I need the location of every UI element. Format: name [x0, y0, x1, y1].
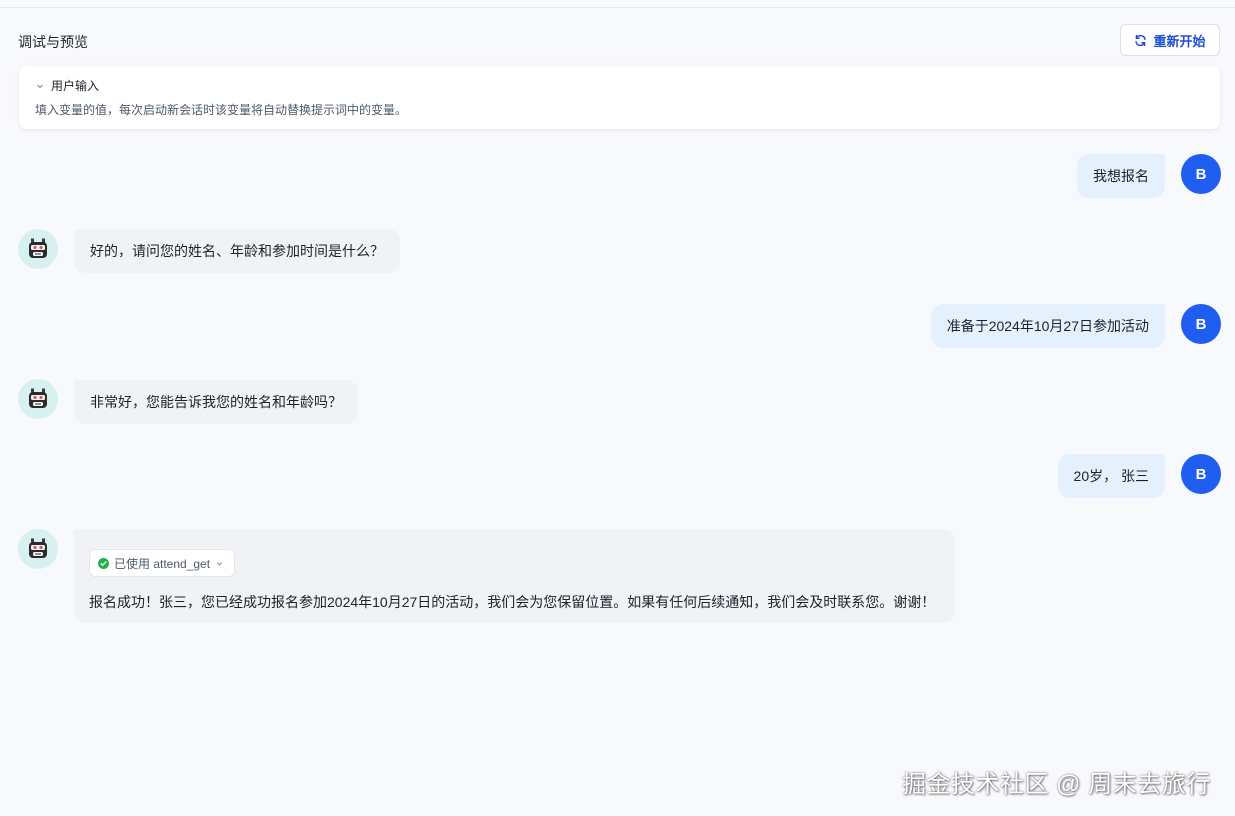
- variables-toggle[interactable]: 用户输入: [35, 77, 99, 94]
- top-divider: [0, 7, 1235, 8]
- refresh-icon: [1135, 34, 1147, 46]
- user-message: 20岁， 张三: [1057, 454, 1165, 498]
- variables-card: 用户输入 填入变量的值，每次启动新会话时该变量将自动替换提示词中的变量。: [19, 66, 1220, 129]
- panel-title: 调试与预览: [18, 34, 88, 50]
- chevron-down-icon: [37, 84, 43, 88]
- restart-button-label: 重新开始: [1153, 33, 1206, 49]
- bot-message: 好的，请问您的姓名、年龄和参加时间是什么？: [74, 229, 400, 273]
- chevron-down-icon: [216, 561, 223, 566]
- robot-icon: [29, 238, 47, 258]
- bot-avatar: [18, 379, 58, 419]
- user-avatar: B: [1181, 154, 1221, 194]
- bot-message: 非常好，您能告诉我您的姓名和年龄吗？: [74, 380, 358, 424]
- user-message: 我想报名: [1077, 154, 1165, 198]
- tool-usage-toggle[interactable]: 已使用 attend_get: [89, 549, 236, 577]
- bot-avatar: [18, 529, 58, 569]
- bot-message: 已使用 attend_get 报名成功！张三，您已经成功报名参加2024年10月…: [74, 529, 955, 623]
- robot-icon: [29, 538, 47, 558]
- user-avatar: B: [1181, 454, 1221, 494]
- user-message: 准备于2024年10月27日参加活动: [930, 304, 1165, 348]
- watermark: 掘金技术社区 @ 周末去旅行: [902, 771, 1211, 798]
- variables-description: 填入变量的值，每次启动新会话时该变量将自动替换提示词中的变量。: [35, 103, 408, 117]
- check-circle-icon: [98, 557, 109, 569]
- robot-icon: [29, 388, 47, 408]
- bot-avatar: [18, 229, 58, 269]
- tool-usage-label: 已使用 attend_get: [114, 556, 211, 571]
- bot-message-text: 报名成功！张三，您已经成功报名参加2024年10月27日的活动，我们会为您保留位…: [89, 594, 936, 610]
- variables-label: 用户输入: [51, 79, 100, 93]
- user-avatar: B: [1181, 304, 1221, 344]
- restart-button[interactable]: 重新开始: [1120, 24, 1220, 56]
